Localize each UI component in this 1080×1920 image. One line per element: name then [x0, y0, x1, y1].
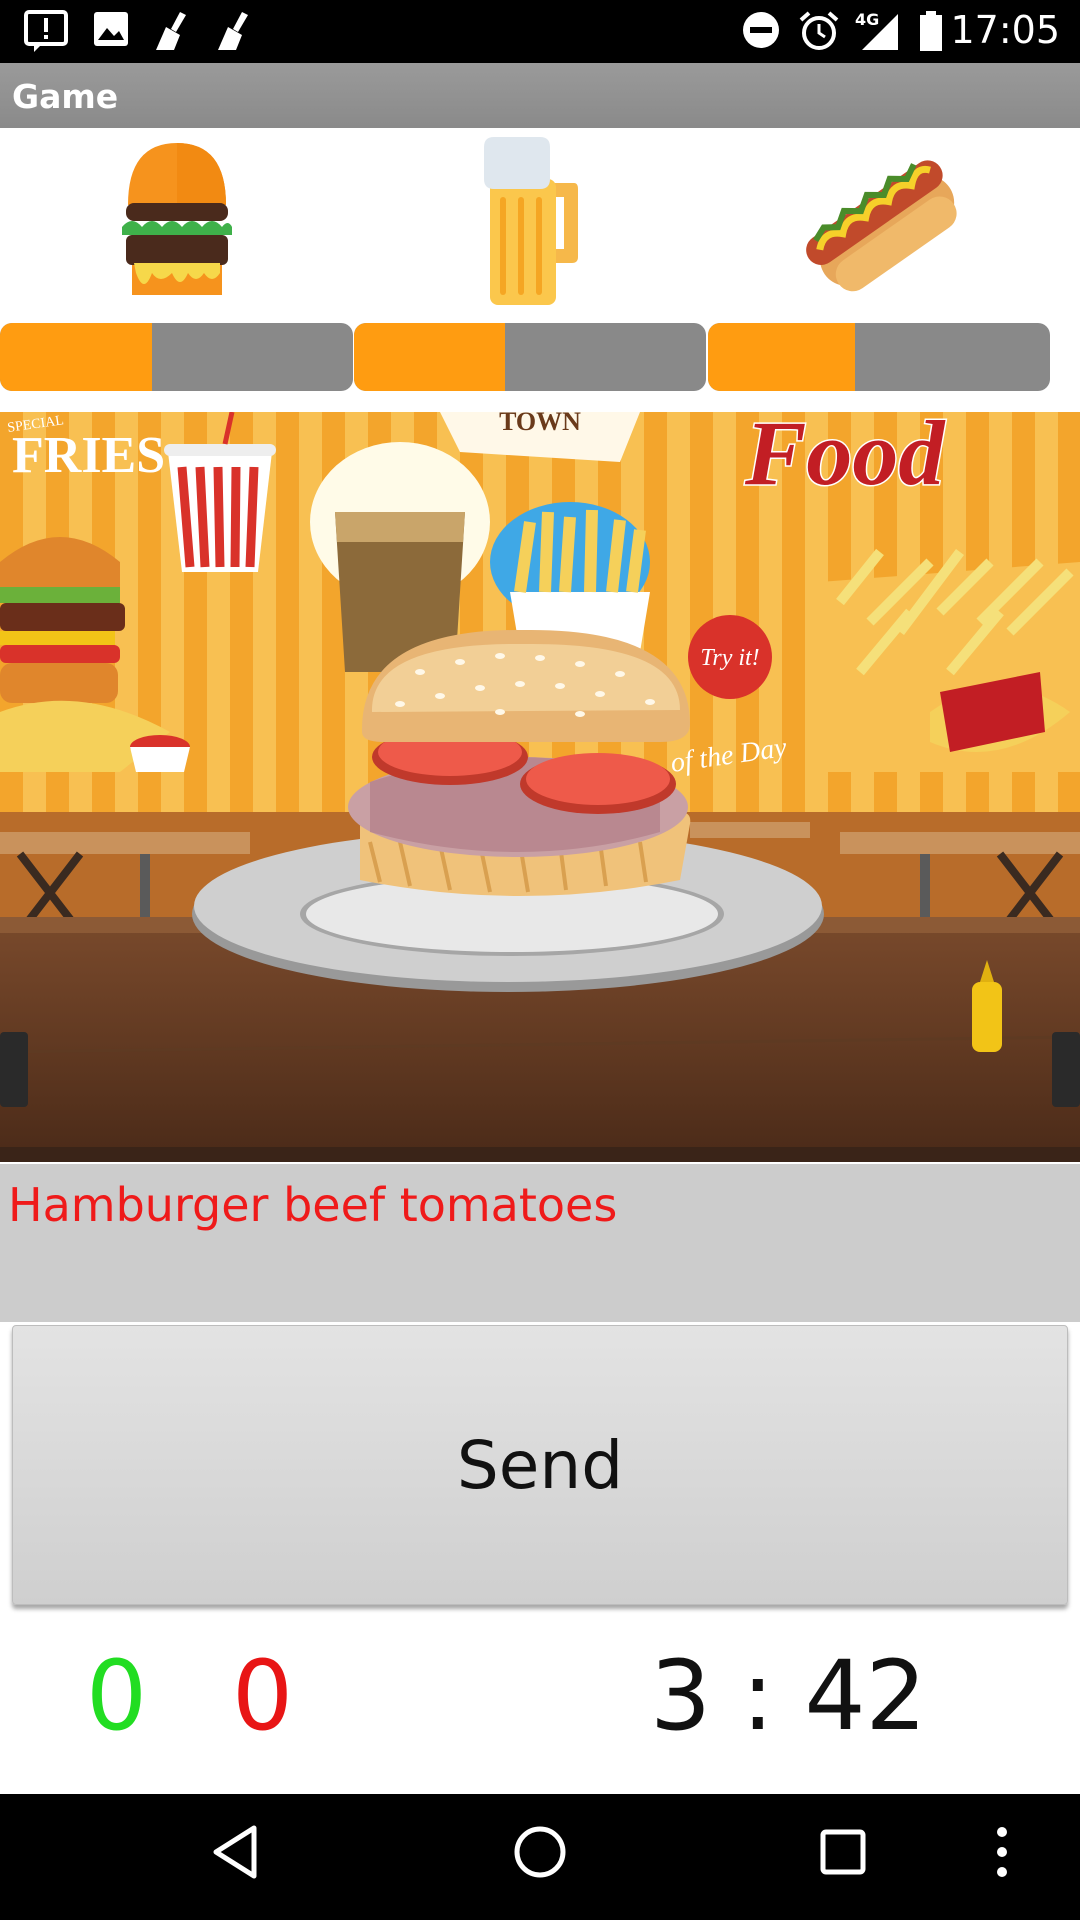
image-icon	[94, 12, 128, 46]
home-icon[interactable]	[511, 1822, 569, 1882]
burger-progress-bar	[0, 323, 353, 391]
hotdog-icon	[805, 160, 957, 292]
signal-icon	[862, 14, 898, 50]
wrong-score: 0	[232, 1640, 294, 1752]
correct-score: 0	[86, 1640, 148, 1752]
navigation-bar	[0, 1794, 1080, 1920]
town-sign: TOWN	[499, 412, 581, 436]
send-button-label: Send	[456, 1426, 624, 1504]
burger-progress-fill	[0, 323, 152, 391]
burger-icon	[121, 143, 232, 295]
assembled-burger	[348, 629, 691, 896]
dnd-icon	[743, 12, 779, 48]
broom-icon	[156, 12, 186, 50]
app-title: Game	[12, 77, 119, 116]
game-scene: Try it! FRIES SPECIAL TOWN Food of the D…	[0, 412, 1080, 1162]
status-bar: 4G 17:05	[0, 0, 1080, 63]
timer: 3 : 42	[650, 1640, 927, 1752]
beer-icon	[483, 137, 578, 305]
fries-sign: FRIES	[12, 427, 165, 484]
broom-icon	[218, 12, 248, 50]
hotdog-progress-bar	[708, 323, 1050, 391]
beer-progress-fill	[354, 323, 506, 391]
battery-icon	[920, 11, 942, 51]
game-screen: 4G 17:05 Game Try it! FRIES SPECIAL TOWN…	[0, 0, 1080, 1920]
burger-item[interactable]	[0, 130, 353, 320]
hotdog-item[interactable]	[706, 130, 1059, 320]
hotdog-progress-fill	[708, 323, 856, 391]
status-time: 17:05	[950, 8, 1060, 52]
back-icon[interactable]	[210, 1822, 260, 1882]
alert-icon	[24, 10, 68, 52]
order-text: Hamburger beef tomatoes	[8, 1178, 618, 1232]
restaurant-background: Try it! FRIES SPECIAL TOWN Food of the D…	[0, 412, 1080, 1162]
beer-progress-bar	[354, 323, 706, 391]
food-sign: Food	[744, 412, 946, 504]
alarm-icon	[799, 11, 839, 50]
beer-item[interactable]	[353, 130, 706, 320]
send-button[interactable]: Send	[12, 1325, 1068, 1605]
action-bar: Game	[0, 63, 1080, 128]
overflow-menu-icon[interactable]	[990, 1822, 1014, 1882]
order-panel: Hamburger beef tomatoes	[0, 1164, 1080, 1322]
try-it-sign: Try it!	[700, 645, 759, 671]
recents-icon[interactable]	[818, 1822, 868, 1882]
